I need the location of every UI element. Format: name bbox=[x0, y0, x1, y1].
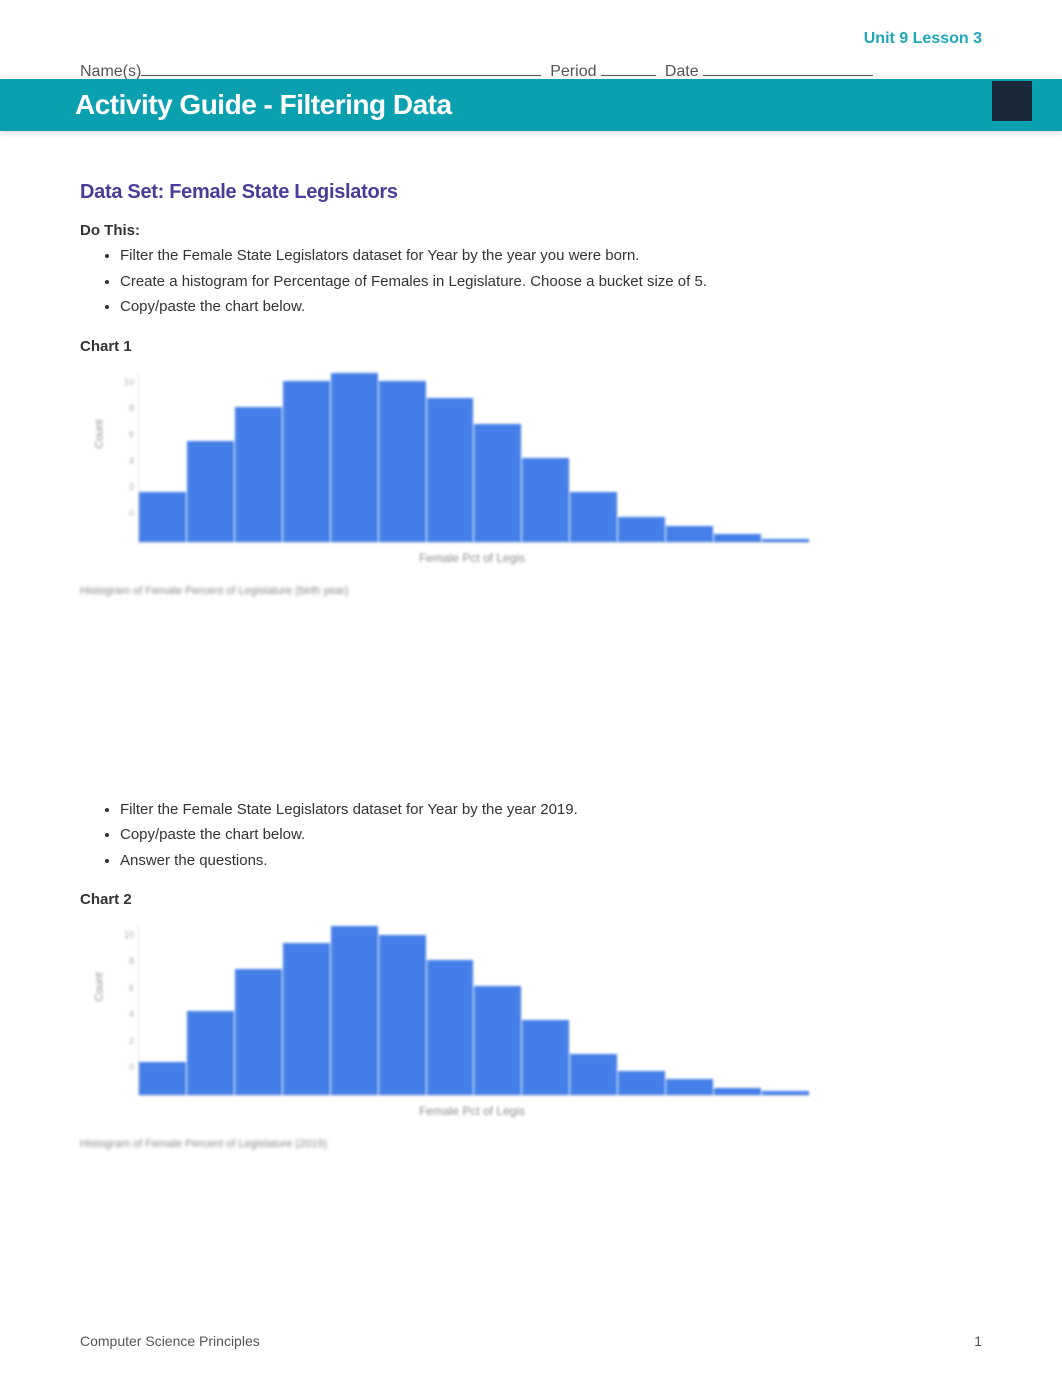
page-title: Activity Guide - Filtering Data bbox=[75, 89, 987, 121]
footer-left: Computer Science Principles bbox=[80, 1333, 260, 1349]
bar bbox=[235, 969, 282, 1097]
chart-1-ylabel: Count bbox=[94, 419, 106, 448]
bar bbox=[714, 1088, 761, 1097]
section-heading: Data Set: Female State Legislators bbox=[80, 181, 982, 204]
chart-2-caption: Histogram of Female Percent of Legislatu… bbox=[80, 1138, 982, 1150]
chart-2-bars bbox=[138, 926, 810, 1096]
title-band: Activity Guide - Filtering Data bbox=[0, 79, 1062, 131]
bar bbox=[474, 986, 521, 1097]
chart-1-caption: Histogram of Female Percent of Legislatu… bbox=[80, 585, 982, 597]
bar bbox=[235, 407, 282, 543]
bar bbox=[331, 373, 378, 543]
chart-2-label: Chart 2 bbox=[80, 891, 982, 908]
page: Unit 9 Lesson 3 Name(s) Period Date Acti… bbox=[0, 0, 1062, 1377]
bar bbox=[618, 1071, 665, 1097]
names-label: Name(s) bbox=[80, 63, 141, 80]
bar bbox=[522, 1020, 569, 1097]
names-blank[interactable] bbox=[141, 75, 541, 76]
date-label: Date bbox=[665, 63, 699, 80]
period-label: Period bbox=[550, 63, 596, 80]
chart-1-bars bbox=[138, 373, 810, 543]
chart-2-yticks: 1086420 bbox=[110, 926, 138, 1096]
chart-2-xlabel: Female Pct of Legis bbox=[90, 1096, 810, 1118]
bar bbox=[522, 458, 569, 543]
bar bbox=[139, 1062, 186, 1096]
date-blank[interactable] bbox=[703, 75, 873, 76]
bar bbox=[427, 398, 474, 543]
do-this-label: Do This: bbox=[80, 222, 982, 239]
bar bbox=[283, 381, 330, 543]
step-item: Copy/paste the chart below. bbox=[120, 294, 982, 320]
page-footer: Computer Science Principles 1 bbox=[0, 1333, 1062, 1349]
bar bbox=[666, 1079, 713, 1096]
content-area: Data Set: Female State Legislators Do Th… bbox=[0, 131, 1062, 1220]
bar bbox=[427, 960, 474, 1096]
steps-list-2: Filter the Female State Legislators data… bbox=[80, 797, 982, 874]
bar bbox=[570, 492, 617, 543]
bar bbox=[187, 441, 234, 543]
bar bbox=[283, 943, 330, 1096]
bar bbox=[666, 526, 713, 543]
footer-page-number: 1 bbox=[974, 1333, 982, 1349]
chart-2-ylabel: Count bbox=[94, 972, 106, 1001]
chart-1-xlabel: Female Pct of Legis bbox=[90, 543, 810, 565]
chart-2: Count 1086420 Female Pct of Legis bbox=[90, 926, 810, 1118]
bar bbox=[570, 1054, 617, 1097]
steps-list-1: Filter the Female State Legislators data… bbox=[80, 243, 982, 320]
bar bbox=[379, 935, 426, 1097]
bar bbox=[714, 534, 761, 543]
bar bbox=[762, 1091, 809, 1096]
chart-1: Count 1086420 Female Pct of Legis bbox=[90, 373, 810, 565]
chart-1-yticks: 1086420 bbox=[110, 373, 138, 543]
period-blank[interactable] bbox=[601, 75, 656, 76]
bar bbox=[474, 424, 521, 543]
bar bbox=[762, 539, 809, 542]
bar bbox=[379, 381, 426, 543]
chart-1-label: Chart 1 bbox=[80, 338, 982, 355]
step-item: Answer the questions. bbox=[120, 848, 982, 874]
step-item: Filter the Female State Legislators data… bbox=[120, 243, 982, 269]
step-item: Copy/paste the chart below. bbox=[120, 822, 982, 848]
step-item: Filter the Female State Legislators data… bbox=[120, 797, 982, 823]
bar bbox=[331, 926, 378, 1096]
unit-lesson-label: Unit 9 Lesson 3 bbox=[0, 30, 1062, 63]
bar bbox=[187, 1011, 234, 1096]
step-item: Create a histogram for Percentage of Fem… bbox=[120, 269, 982, 295]
bar bbox=[139, 492, 186, 543]
corner-dark-block bbox=[992, 81, 1032, 121]
bar bbox=[618, 517, 665, 543]
